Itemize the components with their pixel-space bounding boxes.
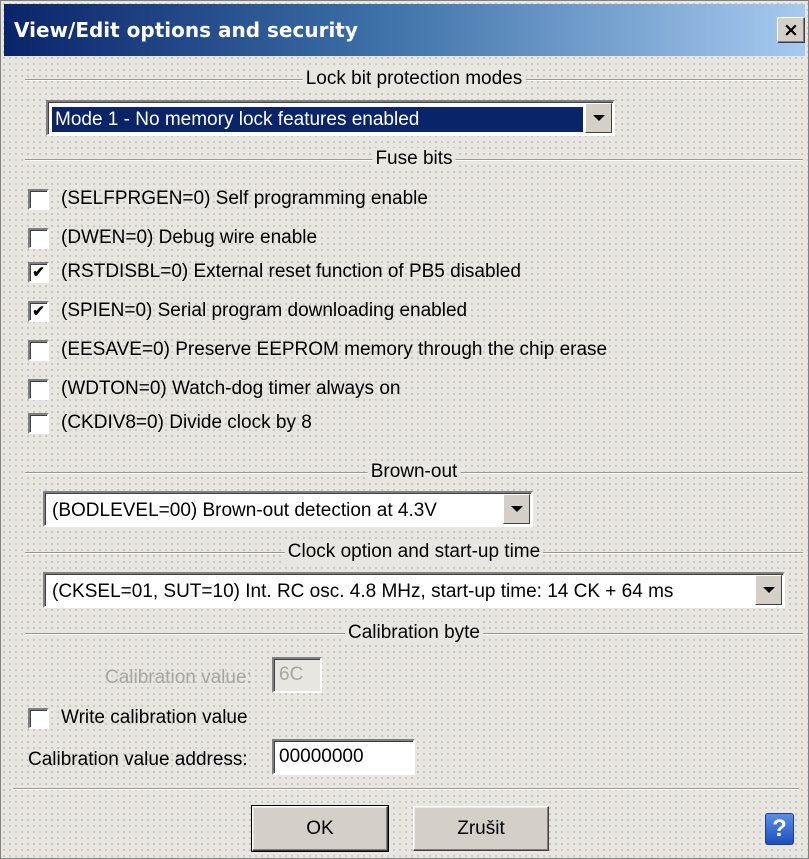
write-calibration-label: Write calibration value	[61, 707, 248, 728]
fuse-eesave-row[interactable]: (EESAVE=0) Preserve EEPROM memory throug…	[28, 338, 607, 362]
write-calibration-checkbox[interactable]	[28, 707, 49, 729]
lock-bits-heading: Lock bit protection modes	[302, 68, 526, 90]
chevron-down-icon	[592, 115, 605, 121]
clock-heading: Clock option and start-up time	[284, 541, 544, 563]
fuse-rstdisbl-row[interactable]: ✔ (RSTDISBL=0) External reset function o…	[28, 260, 521, 284]
calibration-section: Calibration byte	[25, 621, 803, 647]
fuse-rstdisbl-label: (RSTDISBL=0) External reset function of …	[61, 261, 521, 282]
title-bar[interactable]: View/Edit options and security ×	[4, 4, 805, 56]
close-button[interactable]: ×	[777, 17, 805, 43]
lock-bits-section: Lock bit protection modes	[25, 67, 803, 93]
fuse-ckdiv8-checkbox[interactable]	[28, 412, 49, 434]
options-dialog: View/Edit options and security × Lock bi…	[0, 0, 809, 859]
fuse-ckdiv8-row[interactable]: (CKDIV8=0) Divide clock by 8	[28, 411, 312, 435]
lock-mode-select[interactable]: Mode 1 - No memory lock features enabled	[46, 100, 615, 136]
fuse-wdton-label: (WDTON=0) Watch-dog timer always on	[61, 378, 401, 399]
bottom-divider	[13, 788, 799, 790]
help-glyph: ?	[772, 815, 787, 842]
brown-out-dropdown-button[interactable]	[503, 494, 530, 524]
brown-out-select[interactable]: (BODLEVEL=00) Brown-out detection at 4.3…	[43, 491, 533, 527]
help-icon[interactable]: ?	[765, 813, 794, 845]
fuse-rstdisbl-checkbox[interactable]: ✔	[28, 261, 49, 283]
clock-dropdown-button[interactable]	[755, 575, 782, 605]
fuse-dwen-label: (DWEN=0) Debug wire enable	[61, 227, 318, 248]
cancel-button[interactable]: Zrušit	[413, 806, 549, 851]
check-icon: ✔	[32, 302, 45, 320]
calibration-address-field[interactable]: 00000000	[272, 739, 415, 775]
calibration-address-label: Calibration value address:	[28, 749, 248, 770]
ok-button-label: OK	[306, 817, 334, 839]
fuse-spien-label: (SPIEN=0) Serial program downloading ena…	[61, 300, 468, 321]
fuse-wdton-row[interactable]: (WDTON=0) Watch-dog timer always on	[28, 377, 400, 401]
fuse-eesave-label: (EESAVE=0) Preserve EEPROM memory throug…	[61, 339, 608, 360]
fuse-wdton-checkbox[interactable]	[28, 378, 49, 400]
clock-value: (CKSEL=01, SUT=10) Int. RC osc. 4.8 MHz,…	[52, 581, 674, 602]
fuse-selfprgen-checkbox[interactable]	[28, 188, 49, 210]
calibration-value-field: 6C	[272, 657, 322, 693]
calibration-value-label: Calibration value:	[105, 667, 252, 688]
chevron-down-icon	[762, 587, 775, 593]
fuse-selfprgen-label: (SELFPRGEN=0) Self programming enable	[61, 188, 428, 209]
fuse-bits-heading: Fuse bits	[372, 148, 456, 170]
brown-out-value: (BODLEVEL=00) Brown-out detection at 4.3…	[52, 500, 437, 521]
check-icon: ✔	[32, 263, 45, 281]
fuse-eesave-checkbox[interactable]	[28, 339, 49, 361]
fuse-dwen-checkbox[interactable]	[28, 227, 49, 249]
fuse-ckdiv8-label: (CKDIV8=0) Divide clock by 8	[61, 412, 312, 433]
cancel-button-label: Zrušit	[457, 817, 505, 839]
fuse-bits-section: Fuse bits	[25, 147, 803, 173]
ok-button[interactable]: OK	[251, 805, 389, 852]
clock-section: Clock option and start-up time	[25, 540, 803, 566]
lock-mode-value: Mode 1 - No memory lock features enabled	[52, 107, 583, 132]
lock-mode-dropdown-button[interactable]	[585, 103, 612, 133]
calibration-heading: Calibration byte	[344, 622, 484, 644]
write-calibration-row[interactable]: Write calibration value	[28, 706, 248, 730]
brown-out-section: Brown-out	[25, 460, 803, 486]
clock-select[interactable]: (CKSEL=01, SUT=10) Int. RC osc. 4.8 MHz,…	[43, 572, 785, 608]
chevron-down-icon	[510, 506, 523, 512]
fuse-selfprgen-row[interactable]: (SELFPRGEN=0) Self programming enable	[28, 187, 428, 211]
window-title: View/Edit options and security	[14, 18, 358, 42]
fuse-dwen-row[interactable]: (DWEN=0) Debug wire enable	[28, 226, 317, 250]
fuse-spien-checkbox[interactable]: ✔	[28, 300, 49, 322]
brown-out-heading: Brown-out	[367, 461, 461, 483]
close-icon: ×	[783, 18, 799, 41]
fuse-spien-row[interactable]: ✔ (SPIEN=0) Serial program downloading e…	[28, 299, 467, 323]
